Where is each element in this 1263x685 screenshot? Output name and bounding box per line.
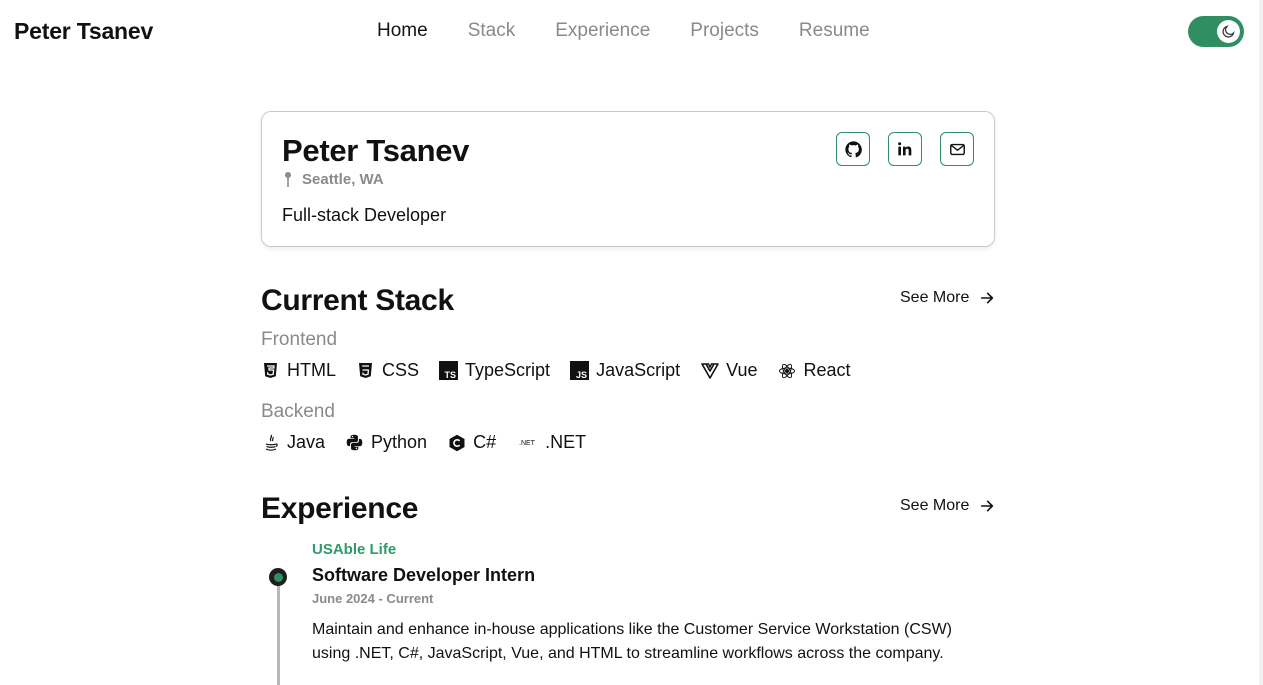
tech-name: CSS — [382, 360, 420, 380]
nav-link-experience[interactable]: Experience — [555, 20, 650, 42]
timeline-line — [277, 584, 280, 685]
python-icon — [345, 433, 364, 452]
linkedin-icon — [898, 142, 912, 156]
js-glyph: JS — [576, 370, 587, 380]
backend-tech-list: Java Python C# .NET .NET — [261, 432, 606, 453]
frontend-tech-list: HTML CSS TS TypeScript JS JavaScript Vue… — [261, 360, 871, 381]
page-scrollbar[interactable] — [1259, 0, 1263, 685]
frontend-label: Frontend — [261, 329, 338, 350]
tech-name: React — [803, 360, 851, 380]
tech-name: Java — [287, 432, 326, 452]
javascript-icon: JS — [570, 361, 590, 380]
tech-item-react: React — [777, 360, 851, 381]
moon-icon — [1222, 25, 1235, 38]
profile-role: Full-stack Developer — [282, 205, 447, 225]
timeline-dot — [269, 568, 287, 586]
ts-glyph: TS — [445, 370, 457, 380]
see-more-label: See More — [900, 497, 970, 514]
nav-link-stack[interactable]: Stack — [468, 20, 516, 42]
tech-item-javascript: JS JavaScript — [570, 360, 680, 381]
experience-see-more-link[interactable]: See More — [900, 497, 995, 515]
nav-link-projects[interactable]: Projects — [690, 20, 759, 42]
tech-name: C# — [473, 432, 497, 452]
css3-icon — [356, 361, 375, 380]
vue-icon — [700, 361, 719, 380]
tech-name: JavaScript — [596, 360, 681, 380]
linkedin-button[interactable] — [888, 132, 922, 166]
html5-icon — [261, 361, 280, 380]
nav-link-resume[interactable]: Resume — [799, 20, 870, 42]
dotnet-glyph: .NET — [519, 440, 536, 447]
experience-section-title: Experience — [261, 492, 419, 525]
tech-item-html: HTML — [261, 360, 336, 381]
tech-name: .NET — [545, 432, 587, 452]
pin-icon — [285, 172, 291, 187]
experience-company[interactable]: USAble Life — [312, 541, 396, 558]
tech-item-typescript: TS TypeScript — [439, 360, 550, 381]
typescript-icon: TS — [439, 361, 459, 380]
email-button[interactable] — [940, 132, 974, 166]
java-icon — [261, 433, 280, 452]
tech-name: TypeScript — [465, 360, 551, 380]
github-button[interactable] — [836, 132, 870, 166]
arrow-right-icon — [981, 500, 994, 512]
tech-name: Python — [371, 432, 428, 452]
tech-item-css: CSS — [356, 360, 419, 381]
mail-icon — [949, 143, 965, 155]
nav-links: Home Stack Experience Projects Resume — [377, 20, 870, 42]
dotnet-icon: .NET — [516, 433, 538, 452]
experience-description: Maintain and enhance in-house applicatio… — [312, 621, 953, 662]
tech-item-csharp: C# — [447, 432, 496, 453]
theme-toggle[interactable] — [1188, 16, 1244, 47]
csharp-icon — [447, 433, 466, 452]
arrow-right-icon — [981, 292, 994, 304]
tech-item-python: Python — [345, 432, 427, 453]
tech-item-dotnet: .NET .NET — [516, 432, 586, 453]
stack-see-more-link[interactable]: See More — [900, 289, 995, 307]
profile-name: Peter Tsanev — [282, 133, 470, 168]
location-text: Seattle, WA — [302, 171, 384, 188]
top-navbar: Peter Tsanev Home Stack Experience Proje… — [0, 0, 1263, 64]
experience-dates: June 2024 - Current — [312, 591, 434, 606]
profile-card: Peter Tsanev Seattle, WA Full-stack Deve… — [261, 111, 995, 247]
profile-location: Seattle, WA — [284, 171, 384, 188]
nav-link-home[interactable]: Home — [377, 20, 428, 42]
tech-name: HTML — [287, 360, 336, 380]
timeline-dot-inner — [273, 572, 283, 582]
backend-label: Backend — [261, 401, 335, 422]
experience-job-title: Software Developer Intern — [312, 565, 536, 585]
brand-name[interactable]: Peter Tsanev — [14, 18, 153, 45]
github-icon — [844, 140, 862, 157]
toggle-knob — [1217, 20, 1240, 43]
tech-name: Vue — [726, 360, 758, 380]
stack-section-title: Current Stack — [261, 284, 454, 317]
see-more-label: See More — [900, 289, 970, 306]
tech-item-vue: Vue — [700, 360, 757, 381]
tech-item-java: Java — [261, 432, 325, 453]
react-icon — [777, 361, 796, 380]
